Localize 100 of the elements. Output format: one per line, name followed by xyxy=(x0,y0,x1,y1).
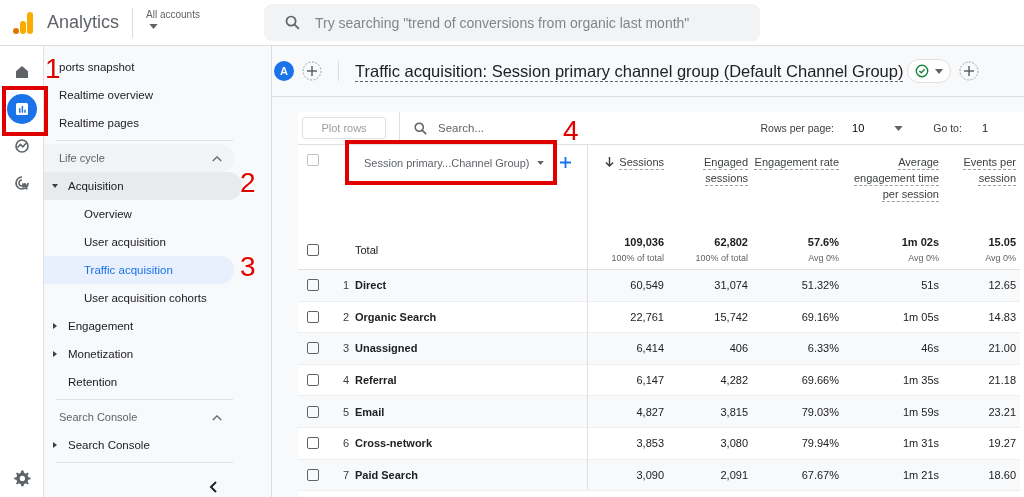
go-to-label: Go to: xyxy=(933,122,962,134)
row-number: 3 xyxy=(343,342,350,355)
analytics-logo-icon xyxy=(13,10,33,35)
table-cell: Paid Search xyxy=(355,468,418,481)
total-value: 15.05 xyxy=(988,236,1016,248)
collapse-icon[interactable] xyxy=(209,481,217,493)
table-cell: 6,147 xyxy=(636,374,664,387)
column-header[interactable]: Engaged sessions xyxy=(668,154,748,186)
table-cell: 3,080 xyxy=(720,437,748,450)
total-label: Total xyxy=(355,243,379,256)
table-cell: 1m 35s xyxy=(902,374,939,387)
nav-group-label: Acquisition xyxy=(68,180,124,192)
dimension-dropdown[interactable]: Session primary...Channel Group) xyxy=(353,145,551,181)
checkbox[interactable] xyxy=(307,154,319,166)
annotation-number: 3 xyxy=(240,252,256,282)
table-cell: Direct xyxy=(355,279,387,292)
nav-group-label: Retention xyxy=(68,376,118,388)
section-header[interactable]: Search Console xyxy=(44,403,234,431)
nav-item[interactable]: Overview xyxy=(44,200,234,228)
nav-item[interactable]: User acquisition xyxy=(44,228,234,256)
table-cell: 14.83 xyxy=(988,310,1016,323)
add-icon[interactable] xyxy=(302,61,322,81)
avatar[interactable]: A xyxy=(274,61,294,81)
rows-per-page-dropdown[interactable]: 10 xyxy=(852,122,904,134)
table-cell: 23.21 xyxy=(988,405,1016,418)
go-to-field[interactable]: 1 xyxy=(981,122,988,134)
checkbox[interactable] xyxy=(307,342,319,355)
bar-chart-icon[interactable] xyxy=(6,94,37,124)
total-subtext: 100% of total xyxy=(611,253,664,263)
table-cell: Cross-network xyxy=(355,437,433,450)
nav-group[interactable]: Monetization xyxy=(44,340,242,368)
column-header[interactable]: Events per session xyxy=(943,154,1016,186)
table-cell: 6.33% xyxy=(807,342,839,355)
nav-group[interactable]: Acquisition xyxy=(44,172,242,200)
table-cell: 4,827 xyxy=(636,405,664,418)
annotation-number: 2 xyxy=(240,168,256,198)
section-header[interactable]: Life cycle xyxy=(44,144,234,172)
add-icon[interactable] xyxy=(959,61,980,81)
section-title: Life cycle xyxy=(59,152,105,164)
nav-group[interactable]: Retention xyxy=(44,368,242,396)
total-subtext: Avg 0% xyxy=(985,253,1016,263)
caret-icon xyxy=(52,351,58,357)
checkbox[interactable] xyxy=(307,437,319,450)
table-cell: 22,761 xyxy=(630,310,664,323)
table-cell: 3,090 xyxy=(636,468,664,481)
product-name: Analytics xyxy=(47,12,120,33)
search-field[interactable]: Try searching "trend of conversions from organic last month" xyxy=(263,4,760,41)
row-number: 1 xyxy=(343,279,350,292)
search-input[interactable]: Try searching "trend of conversions from organic last month" xyxy=(312,13,760,32)
table-cell: 3,853 xyxy=(636,437,664,450)
table-cell: 69.66% xyxy=(801,374,839,387)
table-cell: 1m 59s xyxy=(902,405,939,418)
table-cell: 2,091 xyxy=(720,468,748,481)
table-cell: Organic Search xyxy=(355,310,437,323)
checkbox[interactable] xyxy=(307,310,319,323)
search-icon xyxy=(413,120,428,136)
total-value: 62,802 xyxy=(714,236,748,248)
annotation-number: 1 xyxy=(45,54,61,84)
nav-group-label: Search Console xyxy=(68,439,150,451)
column-header[interactable]: Sessions xyxy=(619,154,664,170)
rows-per-page-label: Rows per page: xyxy=(760,122,834,134)
nav-item[interactable]: User acquisition cohorts xyxy=(44,284,234,312)
nav-item[interactable]: Realtime overview xyxy=(44,81,234,109)
row-number: 6 xyxy=(343,437,350,450)
table-cell: Unassigned xyxy=(355,342,418,355)
column-header[interactable]: Average engagement time per session xyxy=(843,154,939,202)
settings-icon[interactable] xyxy=(12,469,31,487)
table-cell: 6,414 xyxy=(636,342,664,355)
table-cell: 79.03% xyxy=(801,405,839,418)
table-cell: 1m 31s xyxy=(902,437,939,450)
total-value: 109,036 xyxy=(624,236,664,248)
total-subtext: Avg 0% xyxy=(908,253,939,263)
caret-icon xyxy=(52,442,58,448)
add-icon[interactable] xyxy=(560,157,572,168)
caret-icon xyxy=(537,161,545,165)
column-header[interactable]: Engagement rate xyxy=(754,154,839,170)
status-dropdown[interactable] xyxy=(907,59,952,83)
nav-group[interactable]: Search Console xyxy=(44,431,242,459)
nav-group-label: Engagement xyxy=(68,320,134,332)
annotation-number: 4 xyxy=(563,116,579,146)
nav-item[interactable]: Realtime pages xyxy=(44,109,234,137)
account-picker[interactable]: All accounts xyxy=(146,9,200,29)
row-number: 7 xyxy=(343,468,350,481)
nav-item[interactable]: Traffic acquisition xyxy=(44,256,234,284)
check-circle-icon xyxy=(915,64,930,78)
table-cell: Referral xyxy=(355,374,397,387)
row-number: 5 xyxy=(343,405,350,418)
section-title: Search Console xyxy=(59,411,138,423)
total-value: 1m 02s xyxy=(901,236,939,248)
nav-group[interactable]: Engagement xyxy=(44,312,242,340)
checkbox[interactable] xyxy=(307,374,319,387)
table-cell: 4,282 xyxy=(720,374,748,387)
checkbox[interactable] xyxy=(307,243,319,256)
checkbox[interactable] xyxy=(307,405,319,418)
table-cell: 79.94% xyxy=(801,437,839,450)
table-cell: 21.18 xyxy=(988,374,1016,387)
checkbox[interactable] xyxy=(307,468,319,481)
report-title: Traffic acquisition: Session primary channel group (Default Channel Group) xyxy=(355,60,904,82)
table-cell: 12.65 xyxy=(988,279,1016,292)
checkbox[interactable] xyxy=(307,279,319,292)
